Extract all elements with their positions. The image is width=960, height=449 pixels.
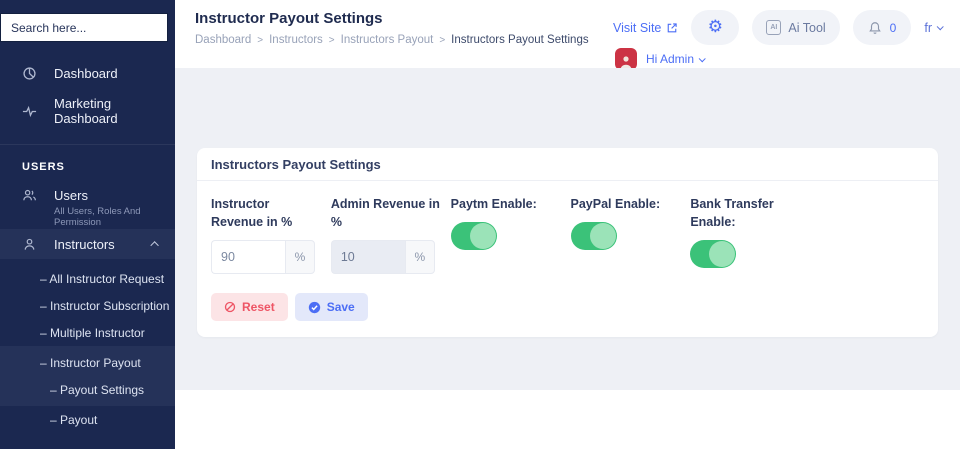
field-admin-revenue: Admin Revenue in % % [330,195,445,275]
bank-transfer-toggle[interactable] [690,240,737,269]
payout-settings-card: Instructors Payout Settings Instructor R… [197,148,938,338]
breadcrumb-item-current: Instructors Payout Settings [451,34,589,46]
ai-tool-button[interactable]: AI Ai Tool [752,10,840,45]
reset-button[interactable]: Reset [211,293,288,322]
sidebar-item-label: Users [54,188,88,203]
sidebar-item-users[interactable]: Users All Users, Roles And Permission [0,181,175,229]
toggle-knob [469,223,496,250]
toggle-knob [709,241,736,268]
field-instructor-revenue: Instructor Revenue in % % [211,195,325,275]
instructor-revenue-input[interactable] [211,240,285,275]
person-icon [22,237,37,252]
admin-revenue-label: Admin Revenue in % [330,197,440,230]
check-circle-icon [308,301,320,313]
breadcrumb: Dashboard > Instructors > Instructors Pa… [195,34,589,46]
bank-transfer-enable-label: Bank Transfer Enable: [690,197,774,230]
pie-chart-icon [22,66,37,81]
sidebar-item-multiple-instructor[interactable]: – Multiple Instructor [0,319,175,346]
user-menu[interactable]: Hi Admin [614,48,706,70]
chevron-up-icon [150,241,159,250]
admin-revenue-input [330,240,405,275]
chevron-down-icon [936,23,944,31]
breadcrumb-item[interactable]: Dashboard [195,34,251,46]
activity-icon [22,104,37,119]
notifications-button[interactable]: 0 [852,10,912,45]
ai-chip-icon: AI [766,20,782,35]
sidebar-item-label: Instructors [54,236,115,252]
breadcrumb-separator: > [439,34,446,46]
page-title: Instructor Payout Settings [195,10,383,27]
slash-circle-icon [224,302,236,313]
topbar: Instructor Payout Settings Dashboard > I… [175,0,960,70]
sidebar-item-payout[interactable]: – Payout [0,406,175,433]
sidebar-item-instructor-payout[interactable]: – Instructor Payout [0,349,175,376]
sidebar-item-dashboard[interactable]: Dashboard [0,54,175,92]
instructor-revenue-label: Instructor Revenue in % [211,197,293,230]
save-label: Save [326,300,355,315]
reset-label: Reset [242,300,275,315]
field-paypal-enable: PayPal Enable: [570,195,685,274]
sidebar-item-subtitle: All Users, Roles And Permission [54,206,141,228]
language-label: fr [924,20,932,35]
sidebar-item-instructors[interactable]: Instructors [0,229,175,259]
sidebar-section-users: USERS [0,144,175,181]
toggle-knob [589,223,616,250]
search-input[interactable] [1,14,175,41]
sidebar-item-all-instructor-request[interactable]: – All Instructor Request [0,265,175,292]
visit-site-label: Visit Site [612,20,662,35]
sidebar-item-marketing-dashboard[interactable]: Marketing Dashboard [0,92,175,130]
sidebar-active-group: – Instructor Payout – Payout Settings [0,346,175,406]
paypal-toggle[interactable] [570,222,617,251]
breadcrumb-separator: > [257,34,264,46]
paypal-enable-label: PayPal Enable: [570,197,661,211]
users-icon [22,188,37,203]
notification-count: 0 [889,20,897,35]
sidebar-item-payout-settings[interactable]: – Payout Settings [0,376,175,403]
card-title: Instructors Payout Settings [197,148,938,181]
paytm-enable-label: Paytm Enable: [450,197,537,211]
paytm-toggle[interactable] [450,222,497,251]
sidebar-item-label: Dashboard [54,65,118,81]
settings-button[interactable]: ⚙ [691,10,740,45]
save-button[interactable]: Save [294,293,368,322]
percent-addon: % [285,240,315,275]
greeting-label: Hi Admin [645,52,694,66]
breadcrumb-item[interactable]: Instructors Payout [341,34,434,46]
app-window: Dashboard Marketing Dashboard USERS User… [0,0,960,449]
external-link-icon [668,22,678,32]
bell-icon [868,21,881,34]
sidebar-search [0,13,175,42]
avatar [614,48,637,70]
topbar-left: Instructor Payout Settings Dashboard > I… [195,10,589,68]
sidebar-item-instructor-subscription[interactable]: – Instructor Subscription [0,292,175,319]
footer-area [175,390,960,449]
field-bank-transfer-enable: Bank Transfer Enable: [690,195,804,274]
breadcrumb-separator: > [328,34,335,46]
content-area: Instructors Payout Settings Instructor R… [175,68,960,390]
main-area: Instructor Payout Settings Dashboard > I… [175,0,960,449]
visit-site-link[interactable]: Visit Site [613,21,678,35]
language-selector[interactable]: fr [924,20,944,35]
sidebar: Dashboard Marketing Dashboard USERS User… [0,0,175,449]
chevron-down-icon [698,54,706,62]
ai-tool-label: Ai Tool [788,20,826,35]
sidebar-item-label: Marketing Dashboard [54,96,118,126]
breadcrumb-item[interactable]: Instructors [269,34,323,46]
percent-addon: % [404,240,435,275]
field-paytm-enable: Paytm Enable: [450,195,565,274]
gear-icon: ⚙ [707,17,723,37]
topbar-right: Visit Site ⚙ AI Ai Tool 0 fr Hi Admin [613,10,944,70]
